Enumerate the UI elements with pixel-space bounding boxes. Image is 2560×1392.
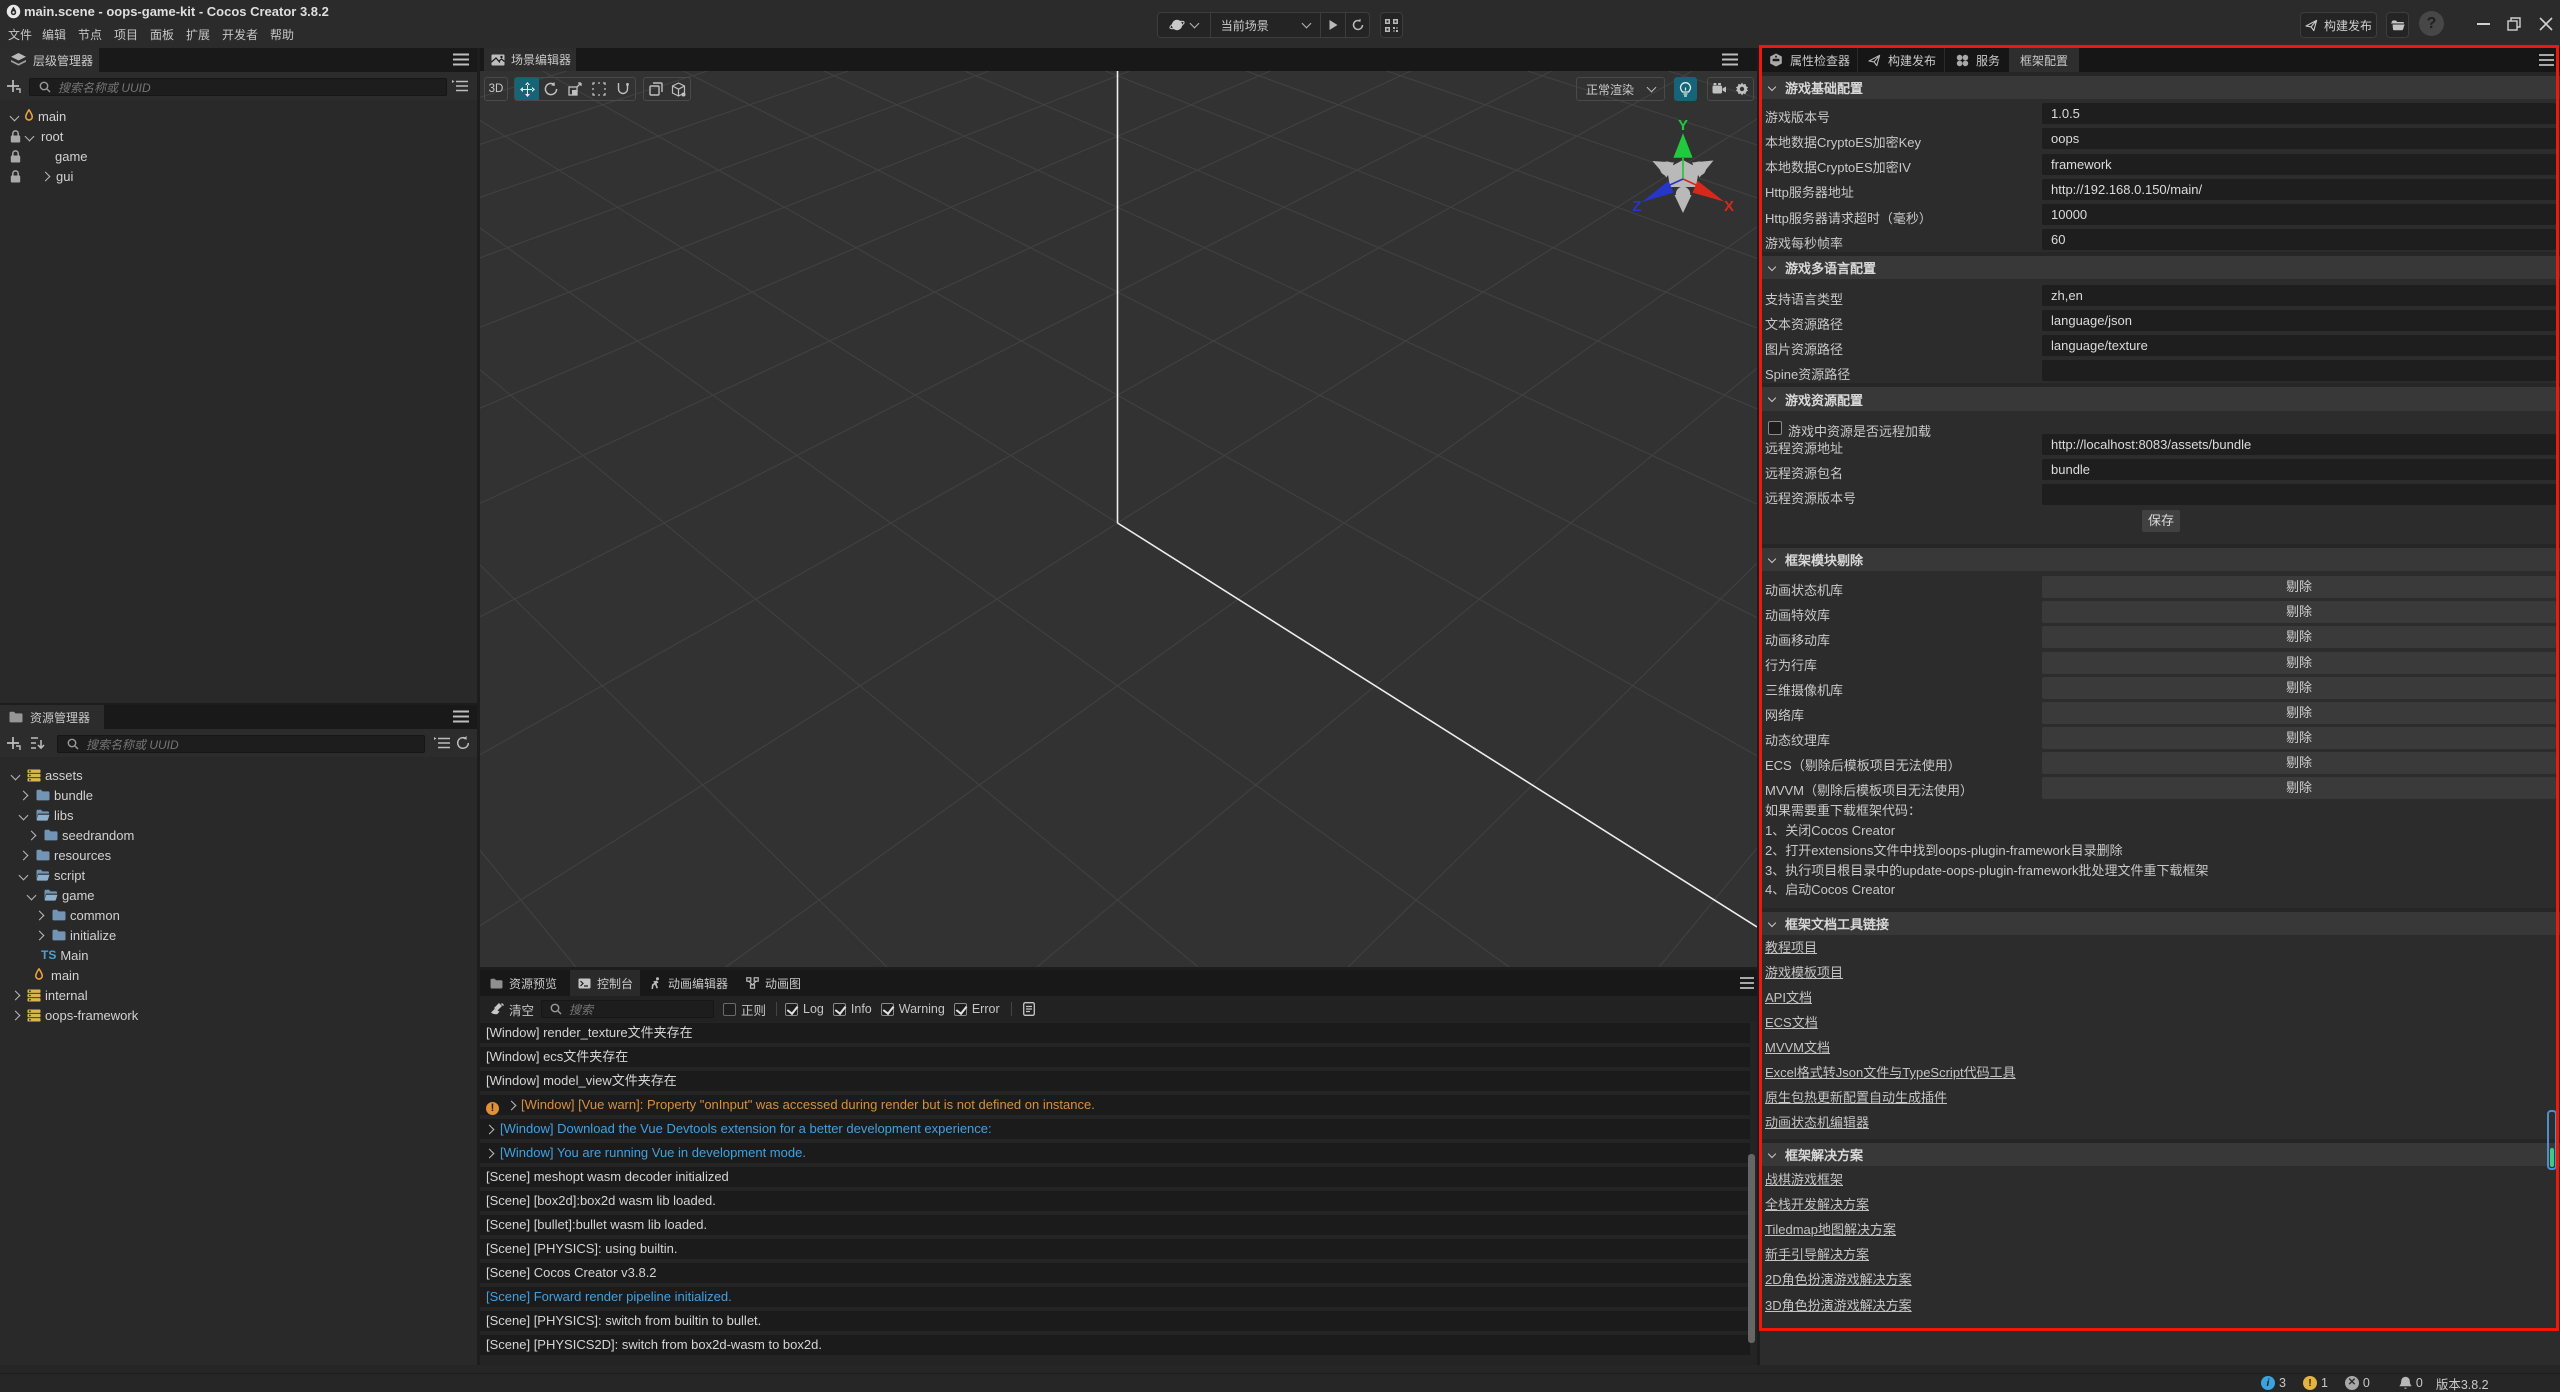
svg-text:Z: Z	[1632, 198, 1641, 215]
svg-text:Y: Y	[1678, 117, 1688, 134]
svg-text:X: X	[1724, 198, 1734, 215]
